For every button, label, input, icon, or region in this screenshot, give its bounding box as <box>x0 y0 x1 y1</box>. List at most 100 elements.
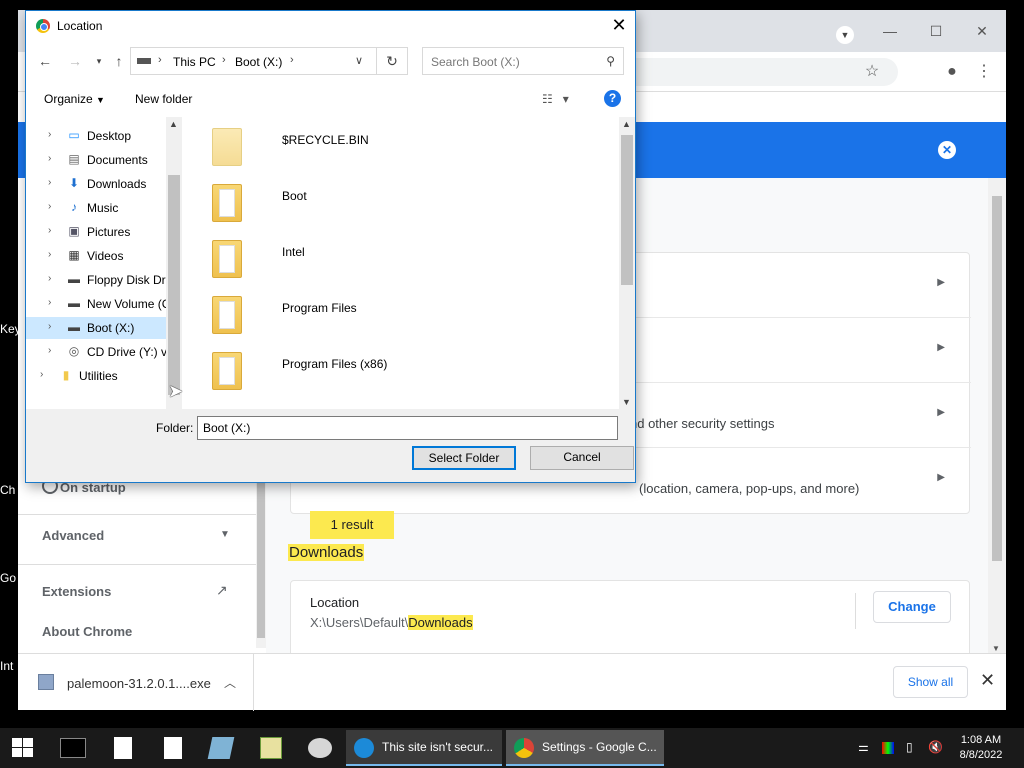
notebook-icon[interactable] <box>207 737 235 759</box>
expand-arrow-icon[interactable]: › <box>40 369 43 380</box>
scroll-up-icon[interactable]: ▲ <box>169 119 178 129</box>
folder-item[interactable]: $RECYCLE.BIN <box>182 119 619 175</box>
minimize-icon[interactable]: — <box>867 16 913 46</box>
expand-arrow-icon[interactable]: › <box>48 153 51 164</box>
omnibox[interactable]: ☆ <box>608 58 898 86</box>
organize-menu[interactable]: Organize ▼ <box>44 92 105 106</box>
select-folder-button[interactable]: Select Folder <box>412 446 516 470</box>
folder-icon <box>212 240 242 278</box>
nav-pane-scrollbar[interactable]: ▲ <box>166 117 182 409</box>
profile-icon[interactable]: ● <box>942 62 962 82</box>
main-scrollbar[interactable]: ▼ <box>988 178 1006 653</box>
document-icon[interactable] <box>114 737 132 759</box>
menu-icon[interactable]: ⋮ <box>974 62 994 82</box>
new-folder-button[interactable]: New folder <box>135 92 192 106</box>
chevron-up-icon[interactable]: ︿ <box>224 674 236 691</box>
tree-item[interactable]: › ▭ Desktop <box>26 125 166 147</box>
expand-arrow-icon[interactable]: › <box>48 345 51 356</box>
help-icon[interactable]: ? <box>604 90 621 107</box>
tab-search-icon[interactable]: ▼ <box>836 26 854 44</box>
recent-locations-icon[interactable]: ▾ <box>90 56 108 67</box>
folder-paper <box>219 189 235 217</box>
desktop-icon: ▭ <box>68 128 80 142</box>
clear-search-icon[interactable]: ✕ <box>938 141 956 159</box>
scroll-thumb[interactable] <box>621 135 633 285</box>
change-view-icon[interactable]: ☷ ▾ <box>542 92 569 106</box>
music-icon: ♪ <box>71 200 77 214</box>
expand-arrow-icon[interactable]: › <box>48 249 51 260</box>
clock-date: 8/8/2022 <box>959 749 1003 761</box>
scroll-thumb[interactable] <box>992 196 1002 561</box>
scroll-down-icon[interactable]: ▼ <box>992 644 1000 653</box>
taskbar-task[interactable]: This site isn't secur... <box>346 730 502 766</box>
close-icon[interactable]: ✕ <box>609 15 629 36</box>
desktop-icon-label[interactable]: Ch <box>0 483 20 497</box>
up-arrow-icon[interactable]: ↑ <box>110 53 128 69</box>
paint-icon[interactable] <box>308 738 332 758</box>
folder-item[interactable]: Program Files (x86) <box>182 343 619 399</box>
chevron-down-icon[interactable]: ∨ <box>355 54 363 67</box>
expand-arrow-icon[interactable]: › <box>48 201 51 212</box>
sidebar-item-advanced[interactable]: Advanced <box>42 528 104 543</box>
volume-muted-icon[interactable]: 🔇 <box>928 740 943 754</box>
download-item[interactable]: palemoon-31.2.0.1....exe ︿ <box>18 654 254 711</box>
tree-item[interactable]: › ▤ Documents <box>26 149 166 171</box>
tree-item[interactable]: › ▬ Boot (X:) <box>26 317 166 339</box>
cancel-button[interactable]: Cancel <box>530 446 634 470</box>
chart-app-icon[interactable] <box>260 737 282 759</box>
windows-start-icon[interactable] <box>12 738 34 758</box>
scroll-thumb[interactable] <box>168 175 180 395</box>
desktop-icon-label[interactable]: Go <box>0 571 20 585</box>
file-list-scrollbar[interactable]: ▲ ▼ <box>619 117 635 409</box>
tree-item[interactable]: › ▣ Pictures <box>26 221 166 243</box>
address-bar[interactable]: › This PC › Boot (X:) › ∨ <box>130 47 402 75</box>
folder-item[interactable]: Program Files <box>182 287 619 343</box>
taskbar-task[interactable]: Settings - Google C... <box>506 730 664 766</box>
display-icon[interactable] <box>882 742 894 754</box>
usb-icon[interactable]: ▯ <box>906 740 913 754</box>
folder-item[interactable]: Intel <box>182 231 619 287</box>
forward-arrow-icon[interactable]: → <box>66 53 84 69</box>
tree-item[interactable]: › ♪ Music <box>26 197 166 219</box>
change-location-button[interactable]: Change <box>873 591 951 623</box>
star-icon[interactable]: ☆ <box>862 62 882 82</box>
network-icon[interactable]: ⚌ <box>858 740 869 754</box>
tree-item[interactable]: › ▦ Videos <box>26 245 166 267</box>
folder-field[interactable] <box>197 416 618 440</box>
expand-arrow-icon[interactable]: › <box>48 177 51 188</box>
arrow-right-icon: ▶ <box>937 472 945 483</box>
search-input[interactable]: Search Boot (X:) ⚲ <box>422 47 624 75</box>
document-icon[interactable] <box>164 737 182 759</box>
expand-arrow-icon[interactable]: › <box>48 297 51 308</box>
breadcrumb-item[interactable]: Boot (X:) <box>235 55 282 69</box>
navigation-pane: › ▭ Desktop › ▤ Documents › ⬇ Downloads › ♪ Music › ▣… <box>26 117 182 409</box>
maximize-icon[interactable]: ☐ <box>913 16 959 46</box>
show-all-button[interactable]: Show all <box>893 666 968 698</box>
tree-item[interactable]: › ▬ Floppy Disk Dri <box>26 269 169 291</box>
tree-item-label: Floppy Disk Dri <box>87 273 169 287</box>
command-prompt-icon[interactable] <box>60 738 86 758</box>
close-icon[interactable]: ✕ <box>959 16 1005 46</box>
back-arrow-icon[interactable]: ← <box>36 53 54 69</box>
folder-item[interactable]: Boot <box>182 175 619 231</box>
expand-arrow-icon[interactable]: › <box>48 321 51 332</box>
tree-item[interactable]: › ⬇ Downloads <box>26 173 166 195</box>
location-label: Location <box>310 595 360 610</box>
scroll-down-icon[interactable]: ▼ <box>622 397 631 407</box>
close-shelf-icon[interactable]: ✕ <box>980 670 995 691</box>
scroll-up-icon[interactable]: ▲ <box>622 119 631 129</box>
expand-arrow-icon[interactable]: › <box>48 225 51 236</box>
system-clock[interactable]: 1:08 AM 8/8/2022 <box>952 733 1010 763</box>
refresh-icon[interactable]: ↻ <box>376 47 408 75</box>
breadcrumb-item[interactable]: This PC <box>173 55 216 69</box>
tree-item[interactable]: › ◎ CD Drive (Y:) vi <box>26 341 170 363</box>
tree-item[interactable]: › ▮ Utilities <box>26 365 166 387</box>
desktop-icon-label[interactable]: Key <box>0 322 20 336</box>
arrow-right-icon: ▶ <box>937 407 945 418</box>
desktop-icon-label[interactable]: Int <box>0 659 20 673</box>
sidebar-item-about[interactable]: About Chrome <box>42 624 132 639</box>
expand-arrow-icon[interactable]: › <box>48 129 51 140</box>
expand-arrow-icon[interactable]: › <box>48 273 51 284</box>
sidebar-item-extensions[interactable]: Extensions <box>42 584 111 599</box>
tree-item[interactable]: › ▬ New Volume (C <box>26 293 170 315</box>
